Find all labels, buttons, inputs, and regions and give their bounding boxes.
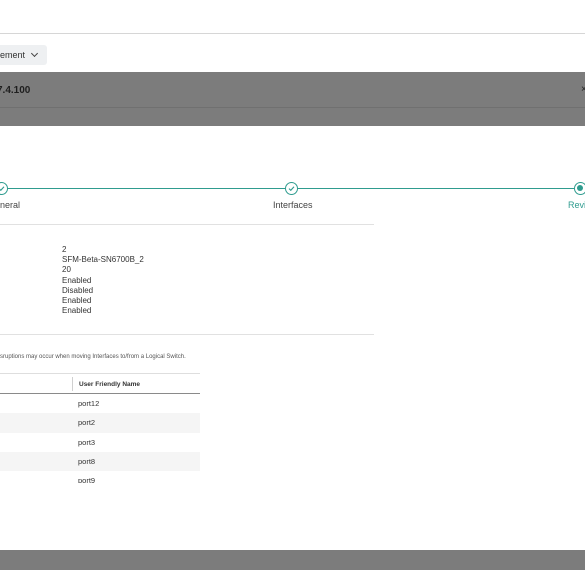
table-row[interactable]: port12 <box>0 394 200 413</box>
stepper-line <box>0 188 285 190</box>
stepper-line <box>297 188 574 190</box>
modal-header: 7.4.100 × <box>0 72 585 108</box>
filter-dropdown-label: ement <box>0 50 26 60</box>
step-review-current-icon[interactable] <box>574 182 585 195</box>
summary-value: 20 <box>62 265 71 275</box>
table-row[interactable]: port3 <box>0 433 200 452</box>
modal-subheader <box>0 108 585 126</box>
modal-footer <box>0 550 585 570</box>
table-header: User Friendly Name <box>0 373 200 394</box>
table-row[interactable]: port8 <box>0 451 200 472</box>
step-review-label[interactable]: Revi <box>568 200 585 210</box>
summary-value: Enabled <box>62 296 92 306</box>
user-friendly-name-cell: port12 <box>78 399 100 408</box>
summary-value: Disabled <box>62 285 94 295</box>
step-general-check-icon[interactable] <box>0 182 8 195</box>
wizard-stepper: neral Interfaces Revi <box>0 180 585 220</box>
step-general-label[interactable]: neral <box>0 200 20 210</box>
summary-value: 2 <box>62 245 67 254</box>
summary-value: Enabled <box>62 306 92 316</box>
table-row[interactable]: port2 <box>0 413 200 433</box>
interfaces-table: User Friendly Name port12 port2 port3 po… <box>0 373 200 483</box>
step-interfaces-label[interactable]: Interfaces <box>273 200 313 210</box>
user-friendly-name-cell: port3 <box>78 437 96 447</box>
summary-values: 2 SFM-Beta-SN6700B_2 20 Enabled Disabled… <box>62 245 144 316</box>
filter-dropdown[interactable]: ement <box>0 45 48 65</box>
page-top-area <box>0 0 585 34</box>
column-separator[interactable] <box>72 377 73 391</box>
user-friendly-name-cell: port2 <box>78 418 96 428</box>
interfaces-warning-note: sruptions may occur when moving Interfac… <box>0 354 186 360</box>
toolbar: ement <box>0 34 585 72</box>
section-divider <box>0 224 374 225</box>
column-header-user-friendly-name[interactable]: User Friendly Name <box>79 381 140 388</box>
user-friendly-name-cell: port8 <box>78 456 96 466</box>
summary-value: SFM-Beta-SN6700B_2 <box>62 255 144 265</box>
step-interfaces-check-icon[interactable] <box>285 182 298 195</box>
section-divider <box>0 334 374 335</box>
close-icon[interactable]: × <box>581 84 585 95</box>
modal-title: 7.4.100 <box>0 85 31 96</box>
user-friendly-name-cell: port9 <box>78 476 96 483</box>
table-row[interactable]: port9 <box>0 471 200 483</box>
chevron-down-icon <box>30 49 39 58</box>
summary-value: Enabled <box>62 275 92 285</box>
